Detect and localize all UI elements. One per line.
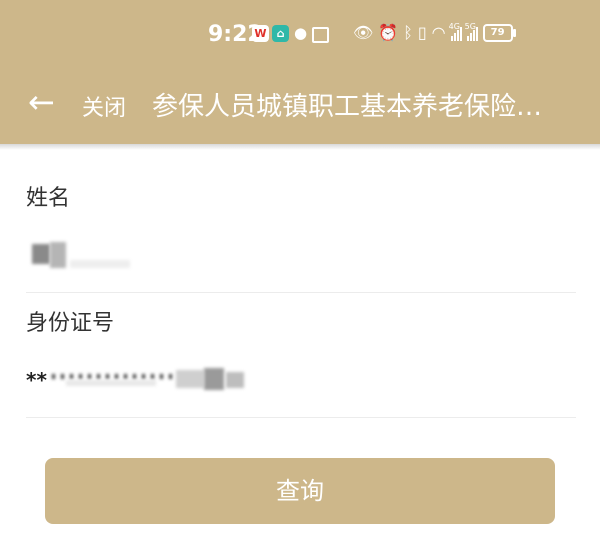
wifi-icon: ◠ — [431, 23, 446, 42]
eye-icon: 👁 — [353, 23, 374, 42]
id-number-field[interactable]: ** — [26, 366, 256, 396]
signal-4g-icon: 4G — [448, 21, 462, 41]
page-title: 参保人员城镇职工基本养老保险… — [152, 92, 543, 122]
id-divider — [26, 417, 576, 418]
name-value-field[interactable] — [20, 238, 140, 268]
id-number-value: ** — [26, 368, 47, 392]
notification-icons: W ⌂ ● — [252, 25, 329, 43]
back-arrow-icon[interactable]: ← — [28, 86, 55, 118]
name-label: 姓名 — [26, 186, 71, 211]
calendar-icon — [312, 27, 329, 43]
system-status-icons: 👁 ⏰ ᛒ ▯ ◠ 4G 5G 79 — [353, 21, 516, 42]
app-bar: ← 关闭 参保人员城镇职工基本养老保险… — [0, 72, 600, 144]
signal-5g-icon: 5G — [464, 21, 478, 41]
weibo-icon: W — [252, 25, 269, 42]
network-type-4g: 4G — [448, 21, 460, 31]
bluetooth-icon: ᛒ — [403, 23, 413, 42]
name-divider — [26, 292, 576, 293]
query-button[interactable]: 查询 — [45, 458, 555, 524]
name-field-label-wrap: 姓名 — [26, 180, 576, 212]
qq-icon: ● — [293, 24, 308, 42]
alarm-icon: ⏰ — [378, 23, 399, 42]
id-field-label-wrap: 身份证号 — [26, 305, 576, 337]
network-type-5g: 5G — [464, 21, 476, 31]
status-bar: 9:22 W ⌂ ● 👁 ⏰ ᛒ ▯ ◠ 4G 5G 79 — [0, 0, 600, 72]
id-number-label: 身份证号 — [26, 311, 115, 336]
vibrate-icon: ▯ — [417, 23, 427, 42]
home-app-icon: ⌂ — [272, 25, 289, 42]
close-button[interactable]: 关闭 — [82, 90, 126, 122]
battery-icon: 79 — [482, 23, 516, 42]
app-bar-shadow — [0, 144, 600, 150]
